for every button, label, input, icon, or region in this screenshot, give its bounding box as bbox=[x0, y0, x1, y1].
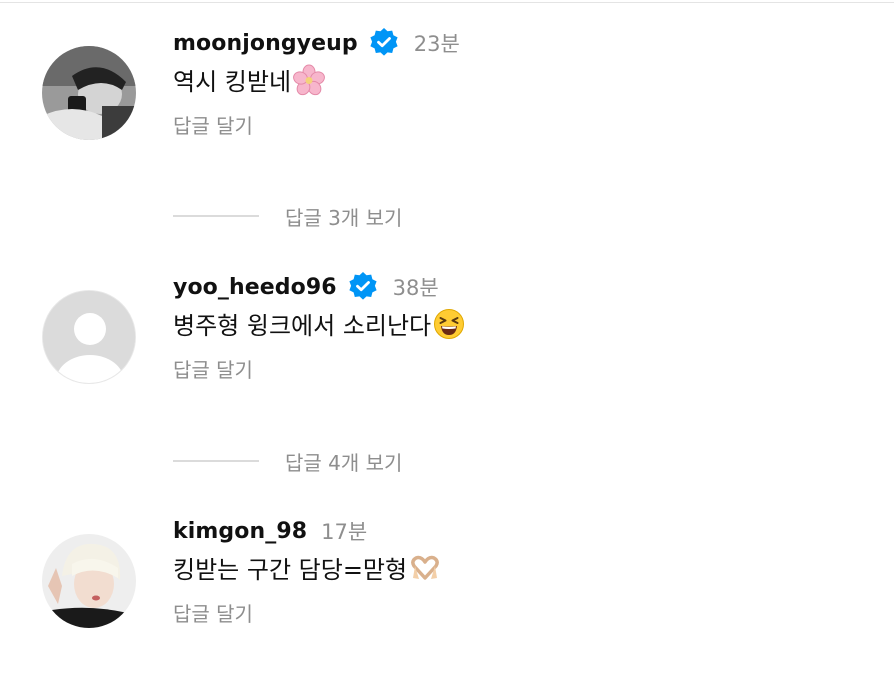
avatar[interactable] bbox=[42, 290, 136, 384]
replies-divider bbox=[173, 215, 259, 217]
view-replies-label: 답글 4개 보기 bbox=[285, 450, 403, 475]
comment-meta: yoo_heedo96 38분 bbox=[173, 272, 439, 302]
avatar-photo-icon bbox=[42, 534, 136, 628]
comment-time: 23분 bbox=[413, 32, 460, 56]
cherry-blossom-icon bbox=[293, 64, 325, 95]
replies-divider bbox=[173, 460, 259, 462]
comment-body: 역시 킹받네 bbox=[173, 68, 292, 96]
avatar[interactable] bbox=[42, 46, 136, 140]
comment-item: moonjongyeup 23분 역시 킹받네 답글 달기 bbox=[0, 28, 894, 158]
reply-button[interactable]: 답글 달기 bbox=[173, 598, 253, 627]
comment-text: 킹받는 구간 담당=맏형 bbox=[173, 550, 441, 585]
heart-hands-icon bbox=[411, 555, 439, 580]
view-replies-button[interactable]: 답글 3개 보기 bbox=[173, 201, 402, 231]
comment-text: 병주형 윙크에서 소리난다 bbox=[173, 306, 465, 341]
top-divider bbox=[0, 2, 894, 3]
comment-text: 역시 킹받네 bbox=[173, 62, 325, 97]
reply-button[interactable]: 답글 달기 bbox=[173, 354, 253, 383]
username[interactable]: kimgon_98 bbox=[173, 519, 307, 544]
avatar-photo-icon bbox=[42, 46, 136, 140]
view-replies-label: 답글 3개 보기 bbox=[285, 205, 403, 230]
squinting-laughing-face-icon bbox=[434, 308, 465, 339]
comment-meta: kimgon_98 17분 bbox=[173, 516, 367, 546]
username[interactable]: moonjongyeup bbox=[173, 31, 358, 56]
comment-time: 38분 bbox=[392, 276, 439, 300]
username[interactable]: yoo_heedo96 bbox=[173, 275, 337, 300]
comment-item: yoo_heedo96 38분 병주형 윙크에서 소리난다 답글 달기 bbox=[0, 272, 894, 402]
verified-badge-icon bbox=[349, 272, 377, 300]
view-replies-button[interactable]: 답글 4개 보기 bbox=[173, 446, 402, 476]
comment-item: kimgon_98 17분 킹받는 구간 담당=맏형 답글 달기 bbox=[0, 516, 894, 646]
reply-button[interactable]: 답글 달기 bbox=[173, 110, 253, 139]
comment-body: 킹받는 구간 담당=맏형 bbox=[173, 556, 408, 584]
avatar[interactable] bbox=[42, 534, 136, 628]
comment-time: 17분 bbox=[321, 520, 368, 544]
comment-body: 병주형 윙크에서 소리난다 bbox=[173, 312, 432, 340]
comment-meta: moonjongyeup 23분 bbox=[173, 28, 460, 58]
verified-badge-icon bbox=[370, 28, 398, 56]
default-avatar-icon bbox=[43, 291, 135, 383]
